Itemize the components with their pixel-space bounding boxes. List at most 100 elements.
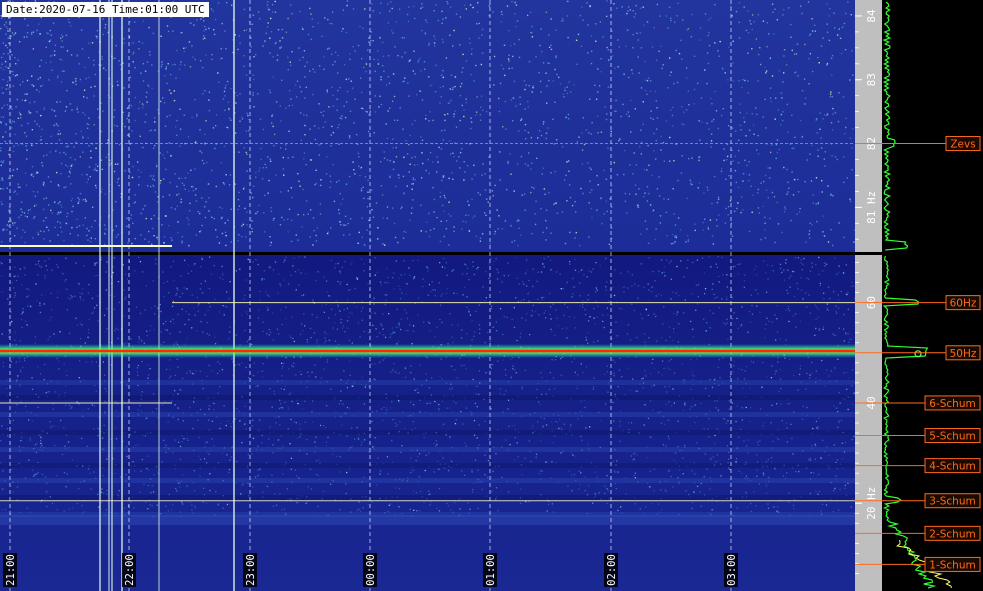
noise-dot (387, 110, 389, 112)
noise-dot (454, 85, 456, 88)
noise-dot (513, 239, 516, 242)
noise-dot (756, 274, 758, 276)
noise-dot (536, 157, 538, 159)
noise-dot (413, 378, 415, 380)
noise-dot (582, 19, 584, 21)
noise-dot (665, 120, 668, 122)
noise-dot (841, 442, 843, 444)
noise-dot (352, 161, 354, 163)
noise-dot (136, 161, 139, 163)
noise-dot (61, 40, 63, 42)
noise-dot (115, 236, 118, 238)
noise-dot (764, 237, 767, 239)
noise-dot (235, 270, 237, 272)
noise-dot (581, 439, 583, 441)
noise-dot (555, 29, 557, 31)
noise-dot (538, 71, 540, 74)
noise-dot (329, 22, 331, 25)
noise-dot (192, 189, 195, 192)
noise-dot (68, 175, 70, 178)
noise-dot (837, 294, 839, 296)
noise-dot (3, 24, 6, 26)
noise-dot (647, 144, 649, 147)
noise-dot (3, 104, 5, 107)
noise-dot (102, 475, 104, 477)
noise-dot (582, 117, 584, 119)
noise-dot (662, 444, 665, 446)
noise-dot (183, 438, 185, 440)
noise-dot (751, 313, 754, 315)
noise-dot (360, 444, 362, 446)
noise-dot (160, 35, 162, 37)
noise-dot (316, 460, 318, 462)
noise-dot (809, 53, 812, 55)
noise-dot (604, 373, 606, 375)
noise-dot (694, 473, 696, 475)
noise-dot (306, 61, 308, 64)
noise-dot (368, 37, 370, 39)
noise-dot (189, 22, 191, 24)
noise-dot (546, 510, 548, 512)
noise-dot (56, 77, 59, 79)
noise-dot (246, 313, 248, 315)
noise-dot (436, 216, 438, 219)
noise-dot (639, 508, 641, 510)
noise-dot (47, 176, 50, 178)
noise-dot (669, 368, 671, 370)
noise-dot (373, 58, 375, 61)
noise-dot (846, 371, 848, 374)
noise-dot (733, 360, 735, 362)
noise-dot (604, 485, 606, 487)
noise-dot (229, 331, 231, 333)
noise-dot (11, 320, 13, 323)
noise-dot (762, 20, 765, 22)
noise-dot (94, 73, 97, 76)
noise-dot (199, 60, 202, 62)
noise-dot (699, 39, 701, 41)
noise-dot (668, 438, 670, 440)
noise-dot (24, 241, 26, 244)
noise-dot (282, 168, 285, 170)
noise-dot (670, 19, 672, 22)
noise-dot (417, 259, 419, 262)
noise-dot (732, 160, 734, 162)
noise-dot (686, 267, 688, 269)
noise-dot (266, 26, 269, 28)
noise-dot (514, 1, 516, 4)
noise-dot (118, 184, 120, 187)
noise-dot (646, 228, 648, 230)
noise-dot (24, 215, 26, 217)
noise-dot (568, 170, 570, 172)
noise-dot (552, 80, 554, 82)
noise-dot (802, 263, 804, 266)
noise-dot (437, 19, 440, 22)
noise-dot (747, 439, 749, 441)
noise-dot (542, 426, 544, 428)
noise-dot (134, 201, 136, 203)
noise-dot (406, 13, 409, 16)
noise-dot (488, 15, 490, 17)
noise-dot (159, 182, 162, 184)
noise-dot (707, 62, 710, 65)
noise-dot (804, 181, 806, 183)
noise-dot (788, 277, 790, 279)
noise-dot (91, 42, 94, 44)
noise-dot (725, 296, 728, 298)
noise-dot (550, 44, 552, 46)
noise-dot (262, 491, 264, 493)
noise-dot (726, 445, 729, 447)
noise-dot (132, 165, 134, 168)
noise-dot (61, 70, 64, 72)
noise-dot (84, 217, 86, 219)
noise-dot (408, 267, 410, 269)
noise-dot (338, 179, 340, 182)
noise-dot (200, 321, 202, 323)
noise-dot (445, 262, 447, 264)
noise-dot (453, 226, 455, 228)
noise-dot (718, 55, 720, 57)
noise-dot (727, 125, 730, 127)
noise-dot (745, 406, 747, 409)
noise-dot (250, 46, 252, 48)
noise-dot (664, 489, 666, 491)
noise-dot (36, 29, 38, 32)
